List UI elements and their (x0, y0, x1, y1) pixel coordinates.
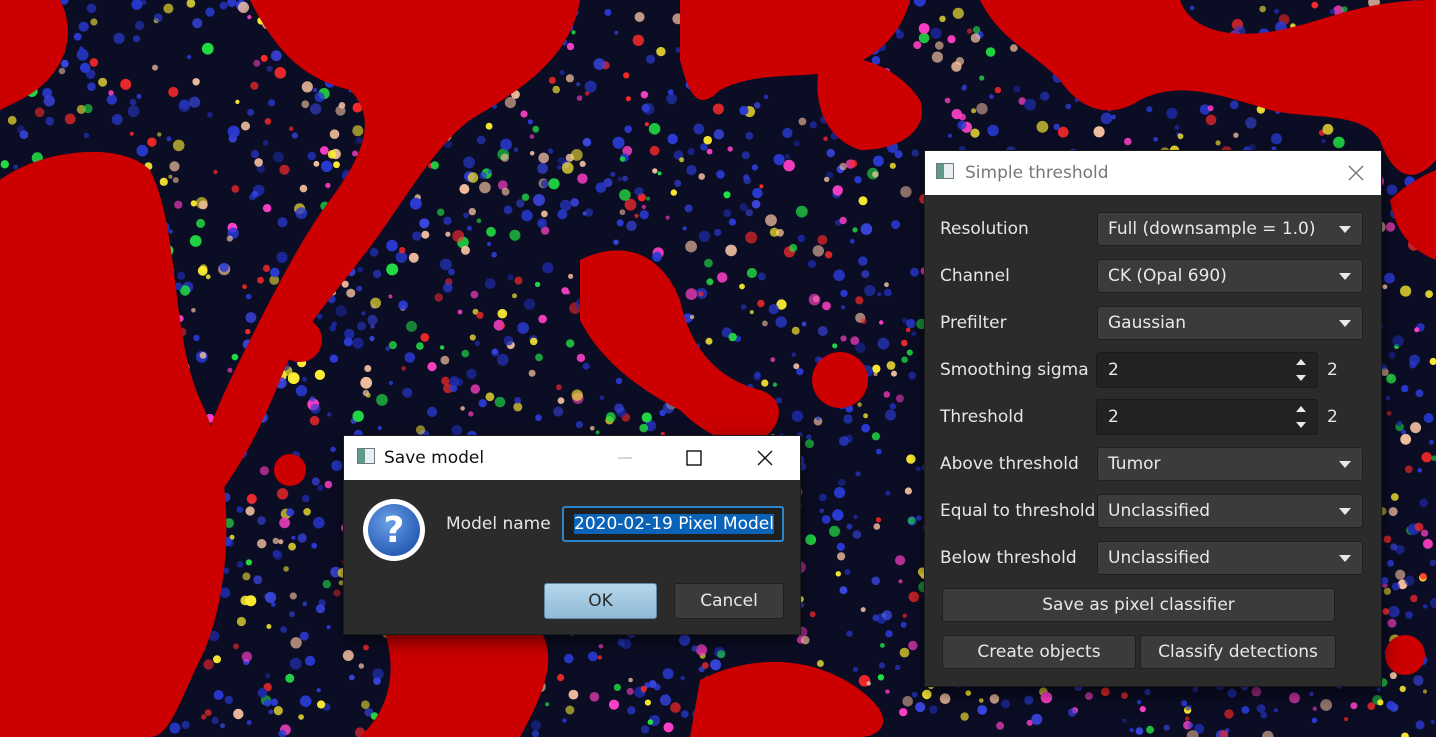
below-threshold-value: Unclassified (1108, 548, 1211, 568)
overlay-region-top-right-b (980, 0, 1436, 175)
window-title: Save model (384, 448, 485, 468)
equal-threshold-select[interactable]: Unclassified (1097, 494, 1363, 528)
minimize-icon (618, 457, 632, 459)
window-title: Simple threshold (965, 163, 1109, 183)
prefilter-value: Gaussian (1108, 313, 1186, 333)
app-window-icon (357, 448, 375, 464)
close-icon (1348, 165, 1364, 181)
caret-up-icon (1296, 406, 1306, 412)
below-threshold-select[interactable]: Unclassified (1097, 541, 1363, 575)
model-name-label: Model name (446, 514, 551, 534)
chevron-down-icon (1339, 555, 1351, 562)
simple-threshold-titlebar[interactable]: Simple threshold (925, 151, 1381, 195)
create-objects-button[interactable]: Create objects (942, 635, 1136, 669)
chevron-down-icon (1339, 226, 1351, 233)
model-name-input[interactable]: 2020-02-19 Pixel Model (562, 506, 784, 542)
save-pixel-classifier-button[interactable]: Save as pixel classifier (942, 588, 1335, 622)
simple-threshold-window: Simple threshold Resolution Full (downsa… (925, 151, 1381, 686)
close-button[interactable] (742, 436, 788, 480)
threshold-spinner[interactable]: 2 (1096, 399, 1318, 435)
overlay-blob (1385, 635, 1425, 675)
cancel-button[interactable]: Cancel (674, 583, 784, 619)
resolution-select[interactable]: Full (downsample = 1.0) (1097, 212, 1363, 246)
overlay-region-bottom-mid (690, 661, 884, 737)
resolution-label: Resolution (940, 219, 1029, 239)
decrement-button[interactable] (1286, 417, 1316, 433)
prefilter-select[interactable]: Gaussian (1097, 306, 1363, 340)
caret-up-icon (1296, 359, 1306, 365)
threshold-readout: 2 (1327, 407, 1338, 427)
overlay-blob (274, 454, 306, 486)
prefilter-label: Prefilter (940, 313, 1007, 333)
close-button[interactable] (1333, 151, 1379, 195)
resolution-value: Full (downsample = 1.0) (1108, 219, 1316, 239)
above-threshold-select[interactable]: Tumor (1097, 447, 1363, 481)
classify-detections-button[interactable]: Classify detections (1140, 635, 1336, 669)
chevron-down-icon (1339, 461, 1351, 468)
caret-down-icon (1296, 422, 1306, 428)
below-threshold-label: Below threshold (940, 548, 1077, 568)
threshold-value: 2 (1108, 407, 1119, 427)
question-icon: ? (363, 499, 425, 561)
caret-down-icon (1296, 375, 1306, 381)
chevron-down-icon (1339, 508, 1351, 515)
equal-threshold-value: Unclassified (1108, 501, 1211, 521)
chevron-down-icon (1339, 273, 1351, 280)
smoothing-sigma-value: 2 (1108, 360, 1119, 380)
channel-select[interactable]: CK (Opal 690) (1097, 259, 1363, 293)
question-mark-glyph: ? (368, 504, 420, 556)
smoothing-sigma-spinner[interactable]: 2 (1096, 352, 1318, 388)
overlay-blob (812, 352, 868, 408)
save-model-titlebar[interactable]: Save model (344, 436, 800, 480)
equal-threshold-label: Equal to threshold (940, 501, 1096, 521)
channel-label: Channel (940, 266, 1010, 286)
maximize-icon (686, 450, 702, 466)
increment-button[interactable] (1286, 401, 1316, 417)
above-threshold-label: Above threshold (940, 454, 1079, 474)
overlay-blob (278, 318, 322, 362)
above-threshold-value: Tumor (1108, 454, 1161, 474)
overlay-blob (592, 312, 628, 348)
minimize-button[interactable] (602, 436, 648, 480)
maximize-button[interactable] (671, 436, 717, 480)
save-model-dialog: Save model ? Model name 2020-02-19 Pixel… (344, 436, 800, 634)
chevron-down-icon (1339, 320, 1351, 327)
threshold-label: Threshold (940, 407, 1024, 427)
increment-button[interactable] (1286, 354, 1316, 370)
smoothing-sigma-label: Smoothing sigma (940, 360, 1089, 380)
smoothing-sigma-readout: 2 (1327, 360, 1338, 380)
ok-button[interactable]: OK (544, 583, 657, 619)
model-name-value: 2020-02-19 Pixel Model (574, 514, 774, 534)
channel-value: CK (Opal 690) (1108, 266, 1227, 286)
app-window-icon (936, 163, 954, 179)
decrement-button[interactable] (1286, 370, 1316, 386)
close-icon (757, 450, 773, 466)
